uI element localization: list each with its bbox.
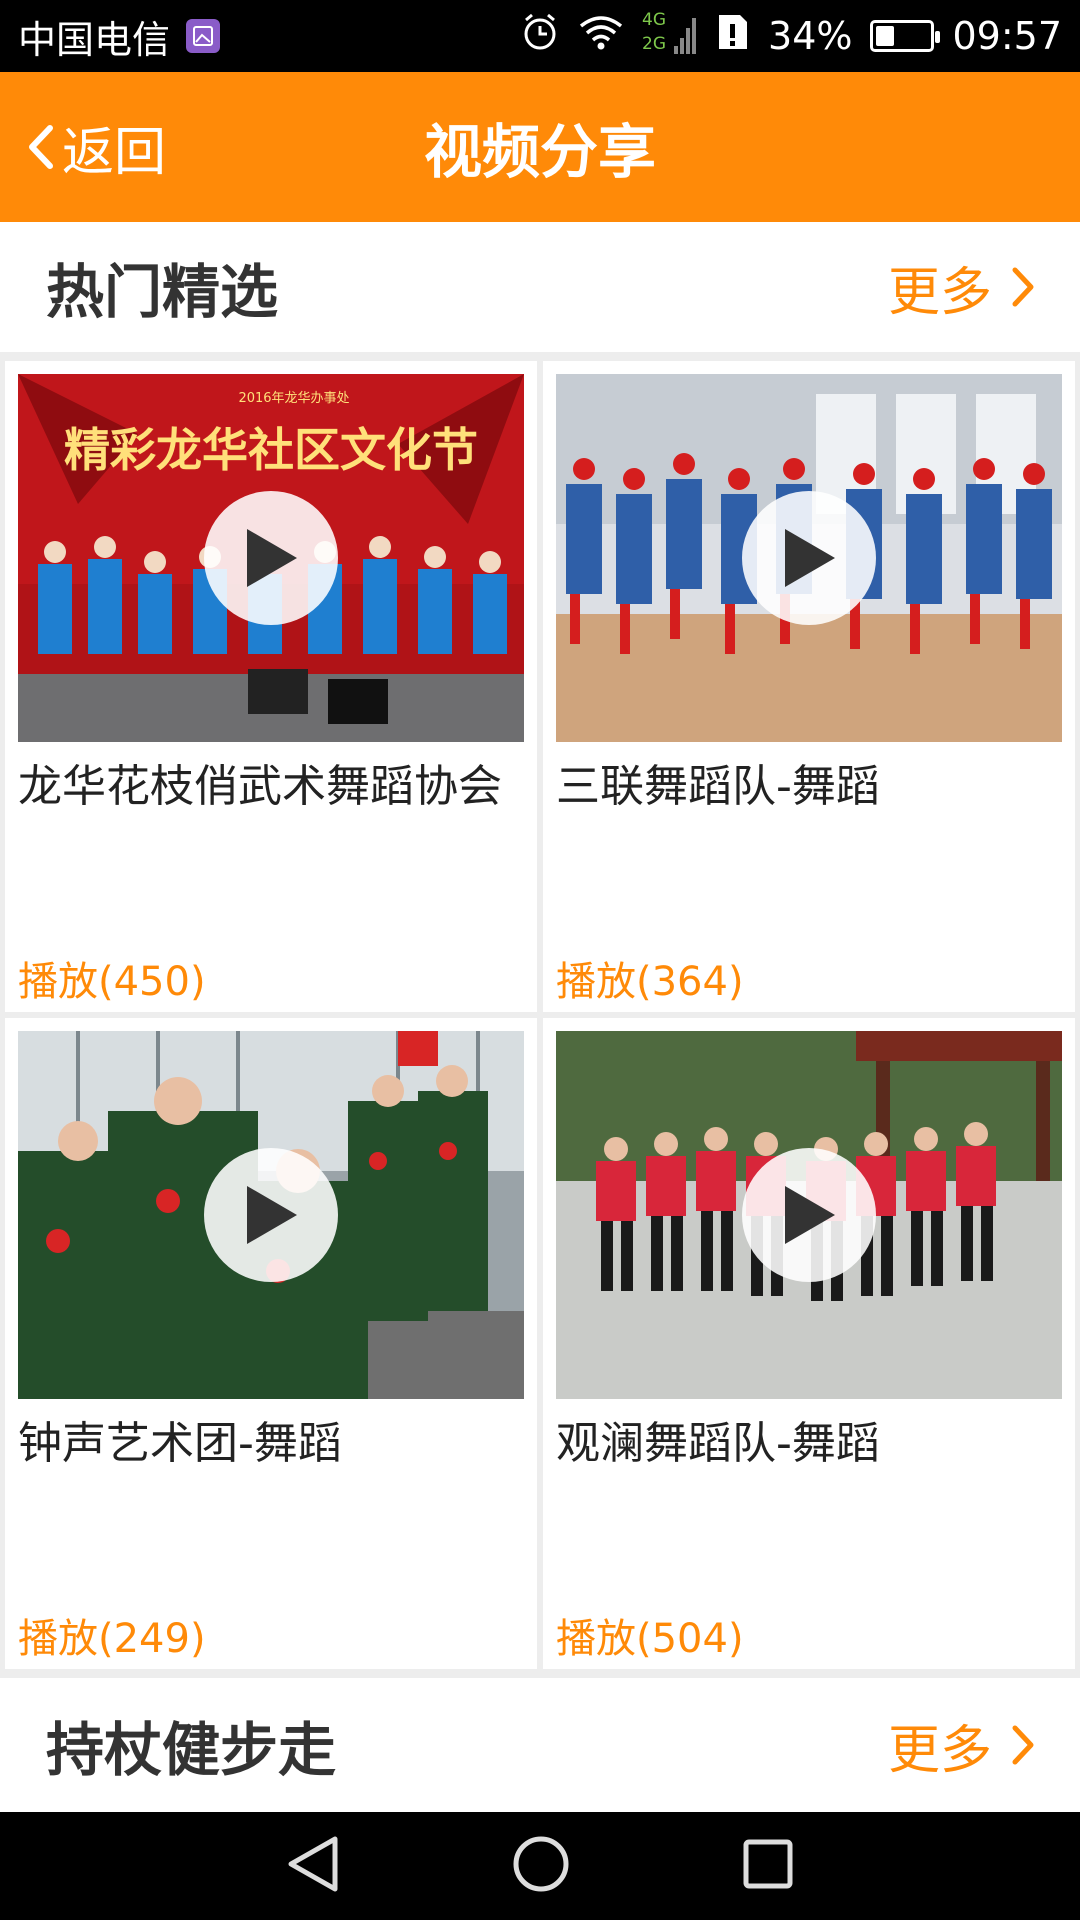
- back-button[interactable]: 返回: [26, 72, 166, 222]
- play-count: 播放(450): [18, 959, 206, 1005]
- home-circle-icon[interactable]: [511, 1834, 571, 1898]
- play-icon: [247, 1186, 297, 1244]
- video-grid: 精彩龙华社区文化节 2016年龙华办事处 龙华花枝俏武术舞蹈协会 播放(450): [5, 361, 1075, 1669]
- play-button[interactable]: [742, 491, 876, 625]
- play-icon: [785, 1186, 835, 1244]
- wifi-icon: [578, 14, 624, 59]
- play-count: 播放(504): [556, 1616, 744, 1662]
- more-link[interactable]: 更多: [888, 250, 1036, 325]
- section-header-walking: 持杖健步走 更多: [0, 1678, 1080, 1812]
- play-count: 播放(364): [556, 959, 744, 1005]
- network-type-top: 4G: [642, 10, 667, 30]
- video-card[interactable]: 观澜舞蹈队-舞蹈 播放(504): [543, 1018, 1075, 1669]
- signal-icon: 4G 2G: [642, 10, 698, 58]
- more-label: 更多: [887, 262, 992, 323]
- carrier-name: 中国电信: [18, 17, 171, 62]
- play-button[interactable]: [742, 1148, 876, 1282]
- banner-text: 精彩龙华社区文化节: [64, 423, 478, 477]
- recents-square-icon[interactable]: [741, 1837, 795, 1895]
- play-count: 播放(249): [18, 1616, 206, 1662]
- video-title[interactable]: 三联舞蹈队-舞蹈: [556, 761, 1056, 813]
- alarm-icon: [520, 12, 560, 61]
- video-card[interactable]: 三联舞蹈队-舞蹈 播放(364): [543, 361, 1075, 1012]
- battery-icon: [870, 20, 941, 52]
- clock: 09:57: [952, 14, 1062, 58]
- play-icon: [785, 529, 835, 587]
- section-title: 持杖健步走: [46, 1716, 337, 1784]
- chevron-right-icon: [1012, 1725, 1034, 1765]
- battery-percent: 34%: [768, 14, 853, 58]
- network-type-bottom: 2G: [642, 34, 667, 54]
- video-thumbnail[interactable]: [556, 374, 1062, 742]
- more-link[interactable]: 更多: [888, 1708, 1036, 1783]
- more-label: 更多: [887, 1720, 992, 1781]
- back-label: 返回: [62, 122, 167, 183]
- system-nav-bar: [0, 1812, 1080, 1920]
- gallery-notification-icon: [186, 19, 221, 53]
- status-bar: 中国电信 4G 2G 34% 09:57: [0, 0, 1080, 72]
- video-card[interactable]: 精彩龙华社区文化节 2016年龙华办事处 龙华花枝俏武术舞蹈协会 播放(450): [5, 361, 537, 1012]
- play-button[interactable]: [204, 1148, 338, 1282]
- video-thumbnail[interactable]: 精彩龙华社区文化节 2016年龙华办事处: [18, 374, 524, 742]
- banner-caption: 2016年龙华办事处: [238, 391, 349, 406]
- play-icon: [247, 529, 297, 587]
- section-title: 热门精选: [46, 258, 279, 326]
- app-bar: 返回 视频分享: [0, 72, 1080, 222]
- section-header-hot: 热门精选 更多: [0, 222, 1080, 352]
- video-title[interactable]: 钟声艺术团-舞蹈: [18, 1418, 518, 1470]
- status-left: 中国电信: [18, 9, 221, 64]
- chevron-left-icon: [29, 125, 53, 169]
- sim-alert-icon: [716, 12, 750, 61]
- battery-level: [876, 26, 895, 46]
- video-card[interactable]: 钟声艺术团-舞蹈 播放(249): [5, 1018, 537, 1669]
- chevron-right-icon: [1012, 267, 1034, 307]
- status-right: 4G 2G 34% 09:57: [520, 10, 1062, 61]
- video-thumbnail[interactable]: [18, 1031, 524, 1399]
- play-button[interactable]: [204, 491, 338, 625]
- back-triangle-icon[interactable]: [285, 1834, 341, 1898]
- video-thumbnail[interactable]: [556, 1031, 1062, 1399]
- video-title[interactable]: 观澜舞蹈队-舞蹈: [556, 1418, 1056, 1470]
- video-title[interactable]: 龙华花枝俏武术舞蹈协会: [18, 761, 518, 813]
